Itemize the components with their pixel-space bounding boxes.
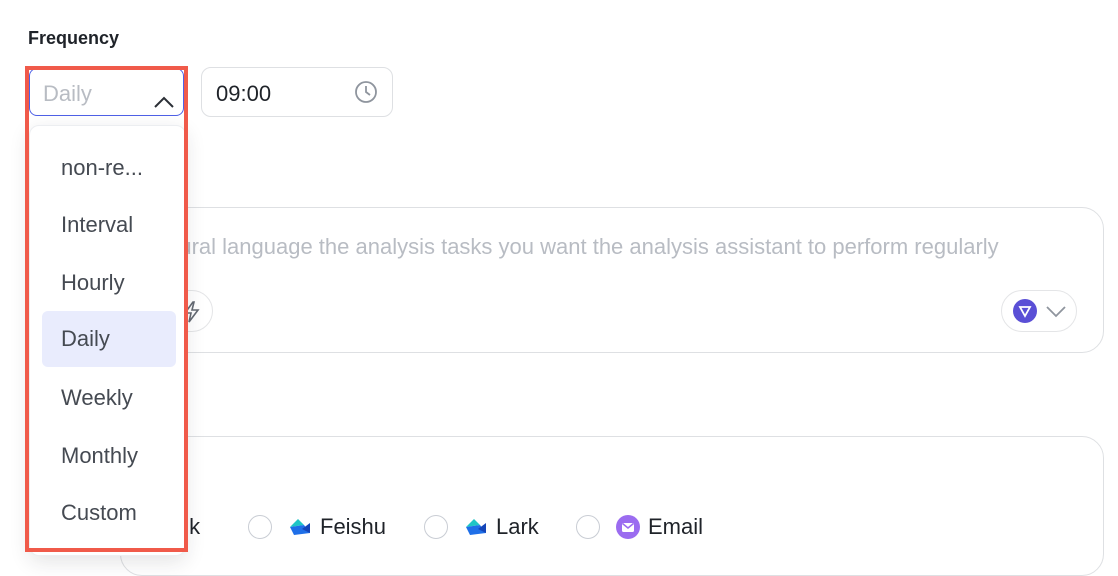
channel-option-feishu[interactable]: Feishu: [248, 514, 386, 540]
time-value: 09:00: [216, 81, 272, 106]
time-picker[interactable]: 09:00: [201, 67, 393, 117]
frequency-label: Frequency: [28, 28, 120, 48]
prompt-placeholder: atural language the analysis tasks you w…: [161, 234, 999, 259]
notification-box: [120, 436, 1104, 576]
channel-option-lark[interactable]: Lark: [424, 514, 539, 540]
model-logo-icon: [1013, 299, 1037, 323]
email-icon: [616, 515, 640, 539]
radio-button[interactable]: [576, 515, 600, 539]
clock-icon: [354, 80, 378, 109]
radio-button[interactable]: [424, 515, 448, 539]
model-select-button[interactable]: [1001, 290, 1077, 332]
channel-label: Email: [648, 514, 704, 539]
lark-icon: [464, 515, 488, 539]
channel-option-email[interactable]: Email: [576, 514, 703, 540]
highlight-box: [25, 66, 188, 552]
channel-label: Feishu: [320, 514, 387, 539]
channel-label: Lark: [496, 514, 539, 539]
chevron-down-icon: [1046, 305, 1066, 323]
radio-button[interactable]: [248, 515, 272, 539]
feishu-icon: [288, 515, 312, 539]
prompt-box[interactable]: atural language the analysis tasks you w…: [120, 207, 1104, 353]
